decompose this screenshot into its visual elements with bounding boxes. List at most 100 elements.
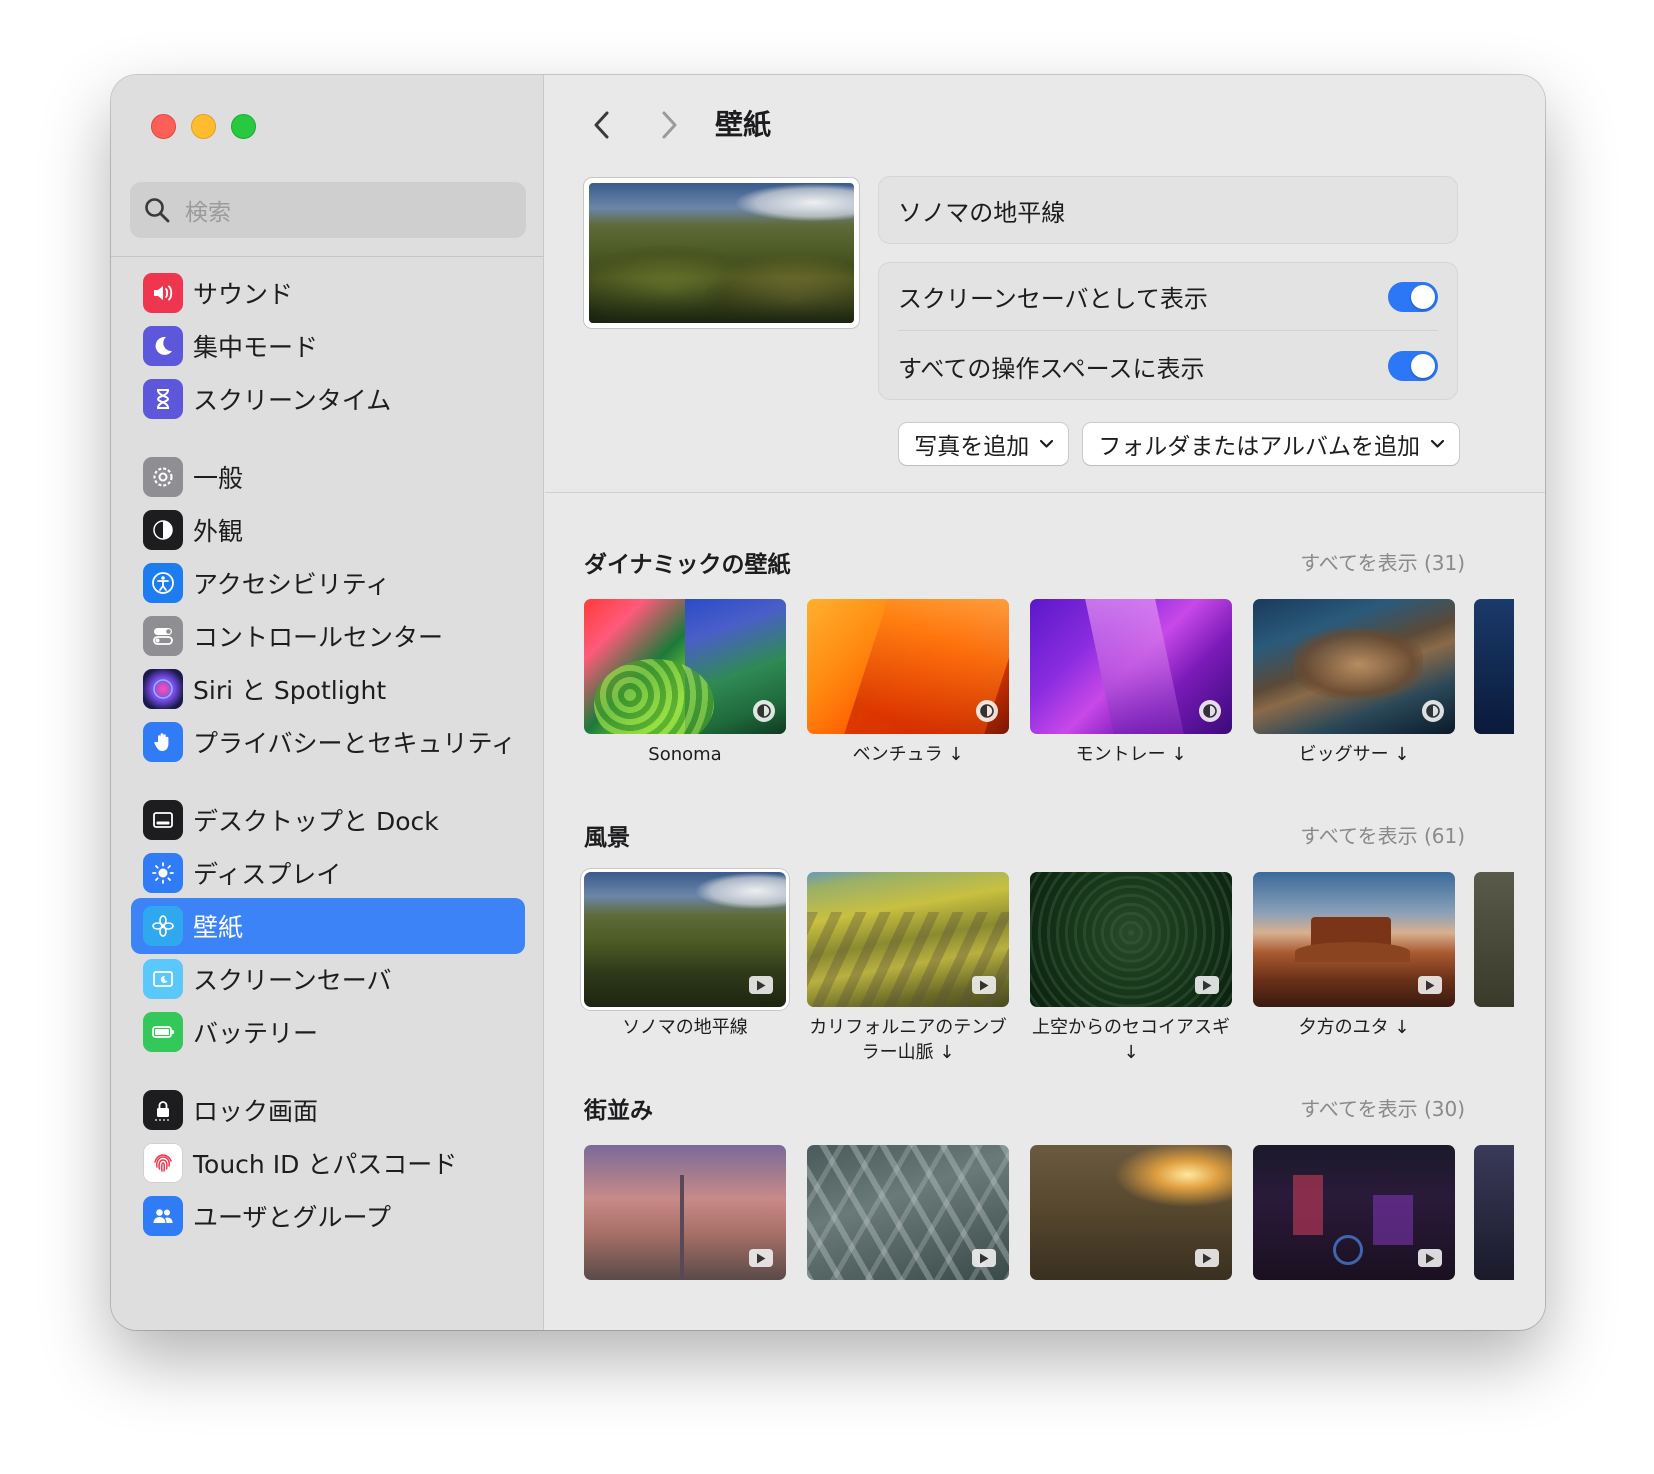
wallpaper-thumb[interactable]: Sonoma xyxy=(584,599,786,767)
sun-icon xyxy=(143,853,183,893)
search-field[interactable]: 検索 xyxy=(130,182,526,238)
wallpaper-thumb[interactable]: 夕方のユタ ↓ xyxy=(1253,872,1455,1040)
toggle-label: スクリーンセーバとして表示 xyxy=(898,285,1208,313)
thumb-label: 上空からのセコイアスギ ↓ xyxy=(1032,1017,1230,1063)
section-title: 街並み xyxy=(584,1098,653,1124)
chevron-down-icon xyxy=(1430,439,1445,448)
zoom-window-button[interactable] xyxy=(231,114,256,139)
sidebar-item-touch-id[interactable]: Touch ID とパスコード xyxy=(131,1135,525,1191)
sidebar-item-label: アクセシビリティ xyxy=(193,570,391,599)
show-all-link[interactable]: すべてを表示 (61) xyxy=(1300,820,1465,849)
wallpaper-thumb[interactable]: 上空からのセコイアスギ ↓ xyxy=(1030,872,1232,1065)
sidebar-item-siri[interactable]: Siri と Spotlight xyxy=(131,661,525,717)
control-center-icon xyxy=(143,616,183,656)
speaker-icon xyxy=(143,273,183,313)
add-photo-button[interactable]: 写真を追加 xyxy=(899,423,1069,465)
section-title: 風景 xyxy=(584,825,630,851)
dynamic-wallpaper-icon xyxy=(976,700,998,722)
page-title: 壁紙 xyxy=(715,108,772,141)
sidebar-item-displays[interactable]: ディスプレイ xyxy=(131,845,525,901)
accessibility-icon xyxy=(143,563,183,603)
fingerprint-icon xyxy=(143,1143,183,1183)
sidebar-item-battery[interactable]: バッテリー xyxy=(131,1004,525,1060)
appearance-icon xyxy=(143,510,183,550)
sidebar-item-label: デスクトップと Dock xyxy=(193,807,439,836)
sidebar-item-label: スクリーンセーバ xyxy=(193,966,392,995)
sidebar-item-sound[interactable]: サウンド xyxy=(131,265,525,321)
dynamic-wallpaper-icon xyxy=(753,700,775,722)
sidebar-item-focus[interactable]: 集中モード xyxy=(131,318,525,374)
video-icon xyxy=(749,1249,773,1267)
options-group: スクリーンセーバとして表示 すべての操作スペースに表示 xyxy=(878,262,1458,400)
wallpaper-thumb-partial[interactable] xyxy=(1474,1145,1514,1280)
video-icon xyxy=(972,976,996,994)
wallpaper-thumb[interactable]: ビッグサー ↓ xyxy=(1253,599,1455,767)
main-pane: 壁紙 ソノマの地平線 スクリーンセーバとして表示 すべての操作スペースに表示 写… xyxy=(545,75,1545,1330)
all-spaces-toggle[interactable] xyxy=(1388,351,1438,381)
wallpaper-thumb[interactable] xyxy=(1253,1145,1455,1280)
wallpaper-thumb-partial[interactable] xyxy=(1474,599,1514,734)
window-controls xyxy=(151,114,256,139)
screensaver-toggle-row: スクリーンセーバとして表示 xyxy=(898,263,1438,331)
sidebar-item-label: プライバシーとセキュリティ xyxy=(193,729,517,758)
sidebar-item-label: Touch ID とパスコード xyxy=(193,1150,458,1179)
battery-icon xyxy=(143,1012,183,1052)
wallpaper-thumb[interactable]: ベンチュラ ↓ xyxy=(807,599,1009,767)
sidebar-item-accessibility[interactable]: アクセシビリティ xyxy=(131,555,525,611)
sidebar-item-label: バッテリー xyxy=(193,1019,319,1048)
sidebar-item-label: ユーザとグループ xyxy=(193,1203,392,1232)
wallpaper-thumb[interactable]: カリフォルニアのテンブラー山脈 ↓ xyxy=(807,872,1009,1065)
hand-icon xyxy=(143,722,183,762)
sidebar-item-control-center[interactable]: コントロールセンター xyxy=(131,608,525,664)
siri-icon xyxy=(143,669,183,709)
wallpaper-thumb[interactable] xyxy=(584,1145,786,1280)
show-all-link[interactable]: すべてを表示 (30) xyxy=(1300,1093,1465,1122)
settings-window: 検索 サウンド 集中モード スクリーンタイム 一般 外観 アクセシビリティ コン… xyxy=(111,75,1545,1330)
wallpaper-thumb[interactable] xyxy=(807,1145,1009,1280)
sidebar-item-desktop-dock[interactable]: デスクトップと Dock xyxy=(131,792,525,848)
forward-button[interactable] xyxy=(652,105,686,145)
wallpaper-thumb[interactable]: ソノマの地平線 xyxy=(584,872,786,1040)
wallpaper-thumb[interactable]: モントレー ↓ xyxy=(1030,599,1232,767)
hourglass-icon xyxy=(143,379,183,419)
moon-icon xyxy=(143,326,183,366)
thumb-label: Sonoma xyxy=(648,744,722,765)
thumb-label: カリフォルニアのテンブラー山脈 ↓ xyxy=(809,1017,1007,1063)
thumb-label: ベンチュラ ↓ xyxy=(852,744,964,765)
dynamic-wallpaper-icon xyxy=(1199,700,1221,722)
sidebar-item-label: 集中モード xyxy=(193,333,319,362)
close-window-button[interactable] xyxy=(151,114,176,139)
sidebar-item-wallpaper[interactable]: 壁紙 xyxy=(131,898,525,954)
sidebar-item-users[interactable]: ユーザとグループ xyxy=(131,1188,525,1244)
sidebar: 検索 サウンド 集中モード スクリーンタイム 一般 外観 アクセシビリティ コン… xyxy=(111,75,544,1330)
sidebar-item-label: コントロールセンター xyxy=(193,623,444,652)
show-all-link[interactable]: すべてを表示 (31) xyxy=(1300,547,1465,576)
thumb-label: ソノマの地平線 xyxy=(622,1017,748,1038)
lock-icon xyxy=(143,1090,183,1130)
sidebar-item-label: 一般 xyxy=(193,464,244,493)
back-button[interactable] xyxy=(585,105,619,145)
sidebar-item-privacy[interactable]: プライバシーとセキュリティ xyxy=(131,714,525,770)
sidebar-item-appearance[interactable]: 外観 xyxy=(131,502,525,558)
chevron-down-icon xyxy=(1040,439,1054,448)
minimize-window-button[interactable] xyxy=(191,114,216,139)
sidebar-item-label: サウンド xyxy=(193,280,294,309)
thumb-label: 夕方のユタ ↓ xyxy=(1298,1017,1410,1038)
sidebar-item-screen-time[interactable]: スクリーンタイム xyxy=(131,371,525,427)
sidebar-divider xyxy=(111,256,544,257)
video-icon xyxy=(1418,1249,1442,1267)
video-icon xyxy=(1195,976,1219,994)
toggle-label: すべての操作スペースに表示 xyxy=(898,354,1205,383)
search-icon xyxy=(145,198,170,223)
search-input[interactable]: 検索 xyxy=(185,193,231,227)
sidebar-item-screensaver[interactable]: スクリーンセーバ xyxy=(131,951,525,1007)
flower-icon xyxy=(143,906,183,946)
add-folder-button[interactable]: フォルダまたはアルバムを追加 xyxy=(1083,423,1459,465)
video-icon xyxy=(749,976,773,994)
wallpaper-thumb-partial[interactable] xyxy=(1474,872,1514,1007)
navigation xyxy=(585,105,686,145)
wallpaper-thumb[interactable] xyxy=(1030,1145,1232,1280)
sidebar-item-lock-screen[interactable]: ロック画面 xyxy=(131,1082,525,1138)
sidebar-item-general[interactable]: 一般 xyxy=(131,449,525,505)
screensaver-toggle[interactable] xyxy=(1388,281,1438,312)
